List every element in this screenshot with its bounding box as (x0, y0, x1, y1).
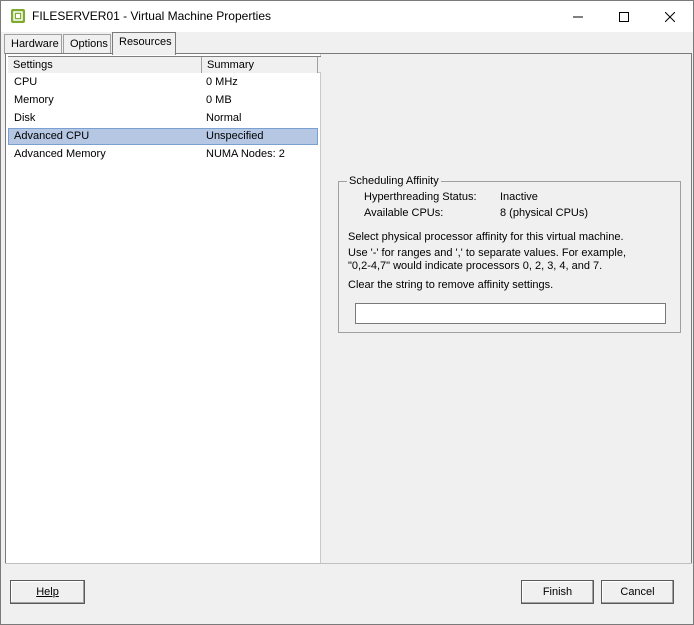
setting-name: Disk (14, 112, 36, 124)
close-icon (665, 11, 675, 22)
scheduling-affinity-group: Scheduling Affinity Hyperthreading Statu… (338, 175, 681, 333)
list-row-cpu[interactable]: CPU 0 MHz (8, 74, 318, 91)
settings-list[interactable]: Settings Summary CPU 0 MHz Memory 0 MB D… (6, 54, 321, 563)
tab-resources[interactable]: Resources (112, 32, 176, 55)
instruction-text: Use '-' for ranges and ',' to separate v… (348, 247, 627, 259)
close-button[interactable] (647, 1, 693, 32)
list-header: Settings Summary (8, 56, 321, 73)
properties-window: FILESERVER01 - Virtual Machine Propertie… (0, 0, 694, 625)
list-row-advanced-memory[interactable]: Advanced Memory NUMA Nodes: 2 (8, 146, 318, 163)
tab-label: Options (70, 38, 108, 50)
setting-name: Advanced CPU (14, 130, 90, 142)
title-bar: FILESERVER01 - Virtual Machine Propertie… (1, 1, 693, 32)
setting-summary: 0 MHz (206, 76, 238, 88)
window-title: FILESERVER01 - Virtual Machine Propertie… (32, 9, 271, 23)
list-row-disk[interactable]: Disk Normal (8, 110, 318, 127)
setting-name: Memory (14, 94, 54, 106)
tab-label: Hardware (11, 38, 59, 50)
column-header-summary[interactable]: Summary (202, 57, 318, 73)
column-header-label: Settings (13, 59, 53, 71)
finish-button[interactable]: Finish (521, 580, 594, 604)
hyperthreading-label: Hyperthreading Status: (364, 191, 477, 203)
affinity-input[interactable] (355, 303, 666, 324)
tab-hardware[interactable]: Hardware (4, 34, 62, 54)
setting-summary: NUMA Nodes: 2 (206, 148, 285, 160)
available-cpus-label: Available CPUs: (364, 207, 444, 219)
setting-summary: Unspecified (206, 130, 264, 142)
help-button-label: Help (36, 586, 59, 598)
column-header-settings[interactable]: Settings (8, 57, 202, 73)
instruction-text: "0,2-4,7" would indicate processors 0, 2… (348, 260, 603, 272)
maximize-icon (619, 11, 629, 22)
finish-button-label: Finish (542, 586, 573, 598)
maximize-button[interactable] (601, 1, 647, 32)
setting-summary: 0 MB (206, 94, 232, 106)
vm-icon (10, 8, 26, 24)
setting-summary: Normal (206, 112, 242, 124)
cancel-button-label: Cancel (620, 586, 655, 598)
setting-name: CPU (14, 76, 38, 88)
list-row-memory[interactable]: Memory 0 MB (8, 92, 318, 109)
tab-label: Resources (119, 36, 172, 48)
column-header-label: Summary (207, 59, 255, 71)
setting-name: Advanced Memory (14, 148, 106, 160)
available-cpus-value: 8 (physical CPUs) (500, 207, 589, 219)
cancel-button[interactable]: Cancel (601, 580, 674, 604)
instruction-text: Select physical processor affinity for t… (348, 231, 624, 243)
minimize-icon (573, 16, 583, 17)
group-title: Scheduling Affinity (347, 175, 441, 187)
list-row-advanced-cpu[interactable]: Advanced CPU Unspecified (8, 128, 318, 145)
help-button[interactable]: Help (10, 580, 85, 604)
instruction-text: Clear the string to remove affinity sett… (348, 279, 554, 291)
divider (5, 563, 692, 564)
tab-options[interactable]: Options (63, 34, 111, 54)
minimize-button[interactable] (555, 1, 601, 32)
hyperthreading-value: Inactive (500, 191, 538, 203)
